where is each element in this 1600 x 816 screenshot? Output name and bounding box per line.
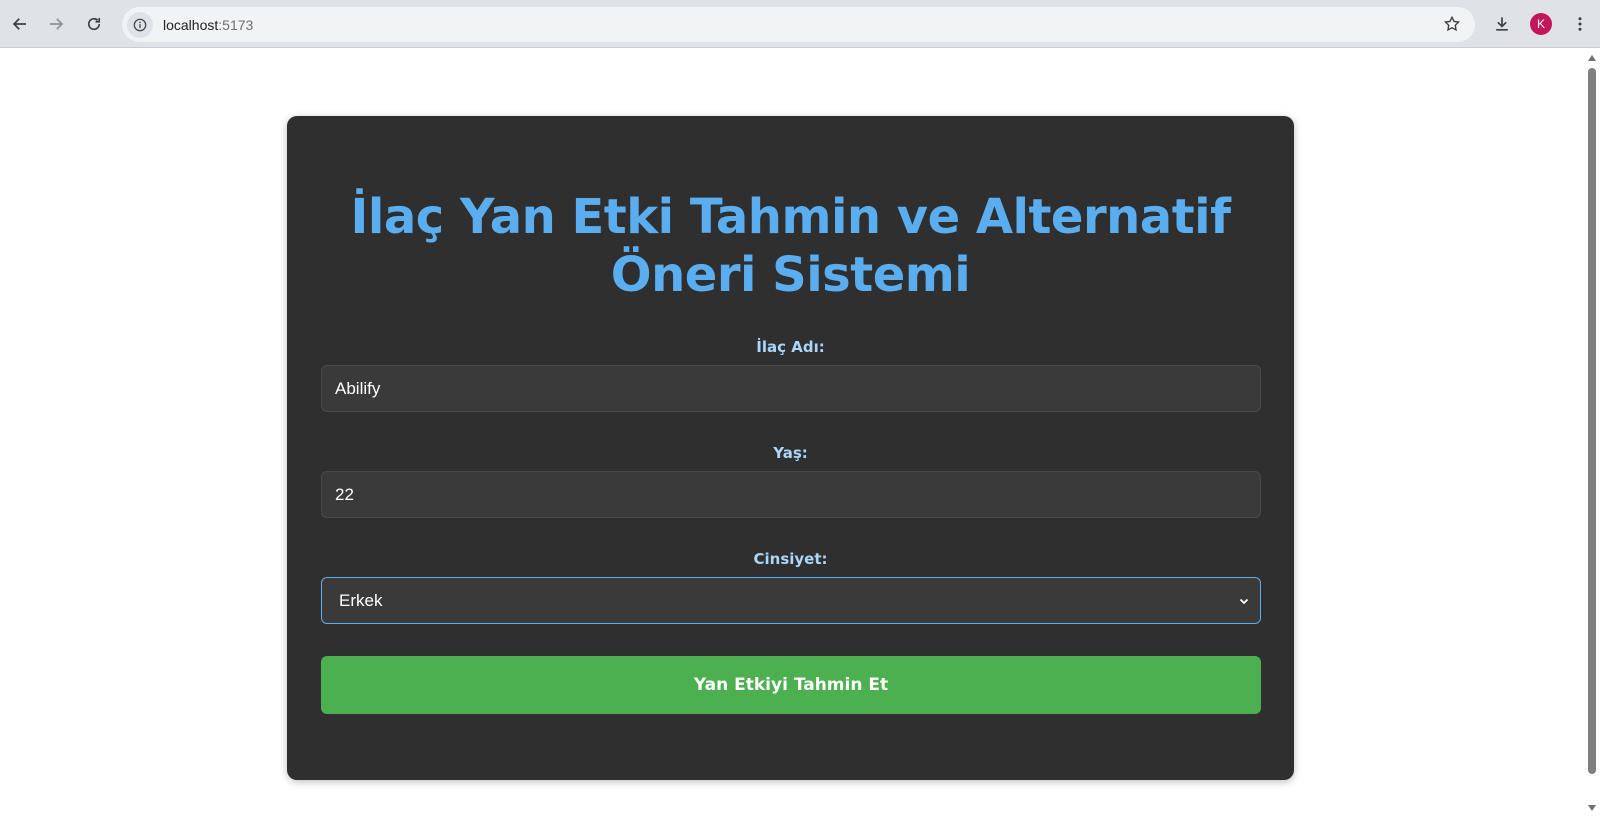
scroll-thumb[interactable] [1588,68,1596,774]
address-bar[interactable]: localhost:5173 [122,7,1475,42]
drug-name-value: Abilify [335,378,381,398]
forward-button[interactable] [40,8,72,40]
back-button[interactable] [4,8,36,40]
forward-arrow-icon [50,18,64,30]
browser-toolbar: localhost:5173 K [0,0,1600,48]
chevron-down-icon [1239,598,1249,605]
url-host: localhost [163,16,219,33]
drug-name-label: İlaç Adı: [756,338,825,356]
title-line-1: İlaç Yan Etki Tahmin ve Alternatif [350,189,1231,245]
title-line-2: Öneri Sistemi [610,247,971,303]
page-viewport: İlaç Yan Etki Tahmin ve Alternatif Öneri… [0,48,1584,816]
gender-select[interactable]: Erkek [321,577,1261,624]
browser-menu-button[interactable] [1564,8,1596,40]
url-port: :5173 [218,16,254,33]
predict-side-effect-button[interactable]: Yan Etkiyi Tahmin Et [321,656,1261,714]
predict-button-label: Yan Etkiyi Tahmin Et [693,675,889,695]
age-label: Yaş: [773,444,808,462]
bookmark-star-icon[interactable] [1443,15,1461,33]
url-text: localhost:5173 [163,17,253,33]
site-info-button[interactable] [127,11,153,38]
kebab-menu-icon [1578,17,1582,31]
gender-label: Cinsiyet: [753,550,828,568]
back-arrow-icon [12,18,26,30]
downloads-button[interactable] [1486,8,1518,40]
gender-value: Erkek [339,590,383,610]
page-title: İlaç Yan Etki Tahmin ve Alternatif Öneri… [287,188,1294,304]
profile-avatar[interactable]: K [1530,13,1552,35]
reload-button[interactable] [78,8,110,40]
page-scrollbar[interactable] [1584,48,1600,816]
drug-name-input[interactable]: Abilify [321,365,1261,412]
scroll-up-arrow-icon[interactable] [1588,55,1596,61]
reload-icon [87,17,101,31]
age-value: 22 [335,484,354,504]
info-icon [133,18,147,31]
scroll-down-arrow-icon[interactable] [1588,805,1596,811]
age-input[interactable]: 22 [321,471,1261,518]
download-icon [1496,17,1508,31]
prediction-form-card: İlaç Yan Etki Tahmin ve Alternatif Öneri… [287,116,1294,780]
